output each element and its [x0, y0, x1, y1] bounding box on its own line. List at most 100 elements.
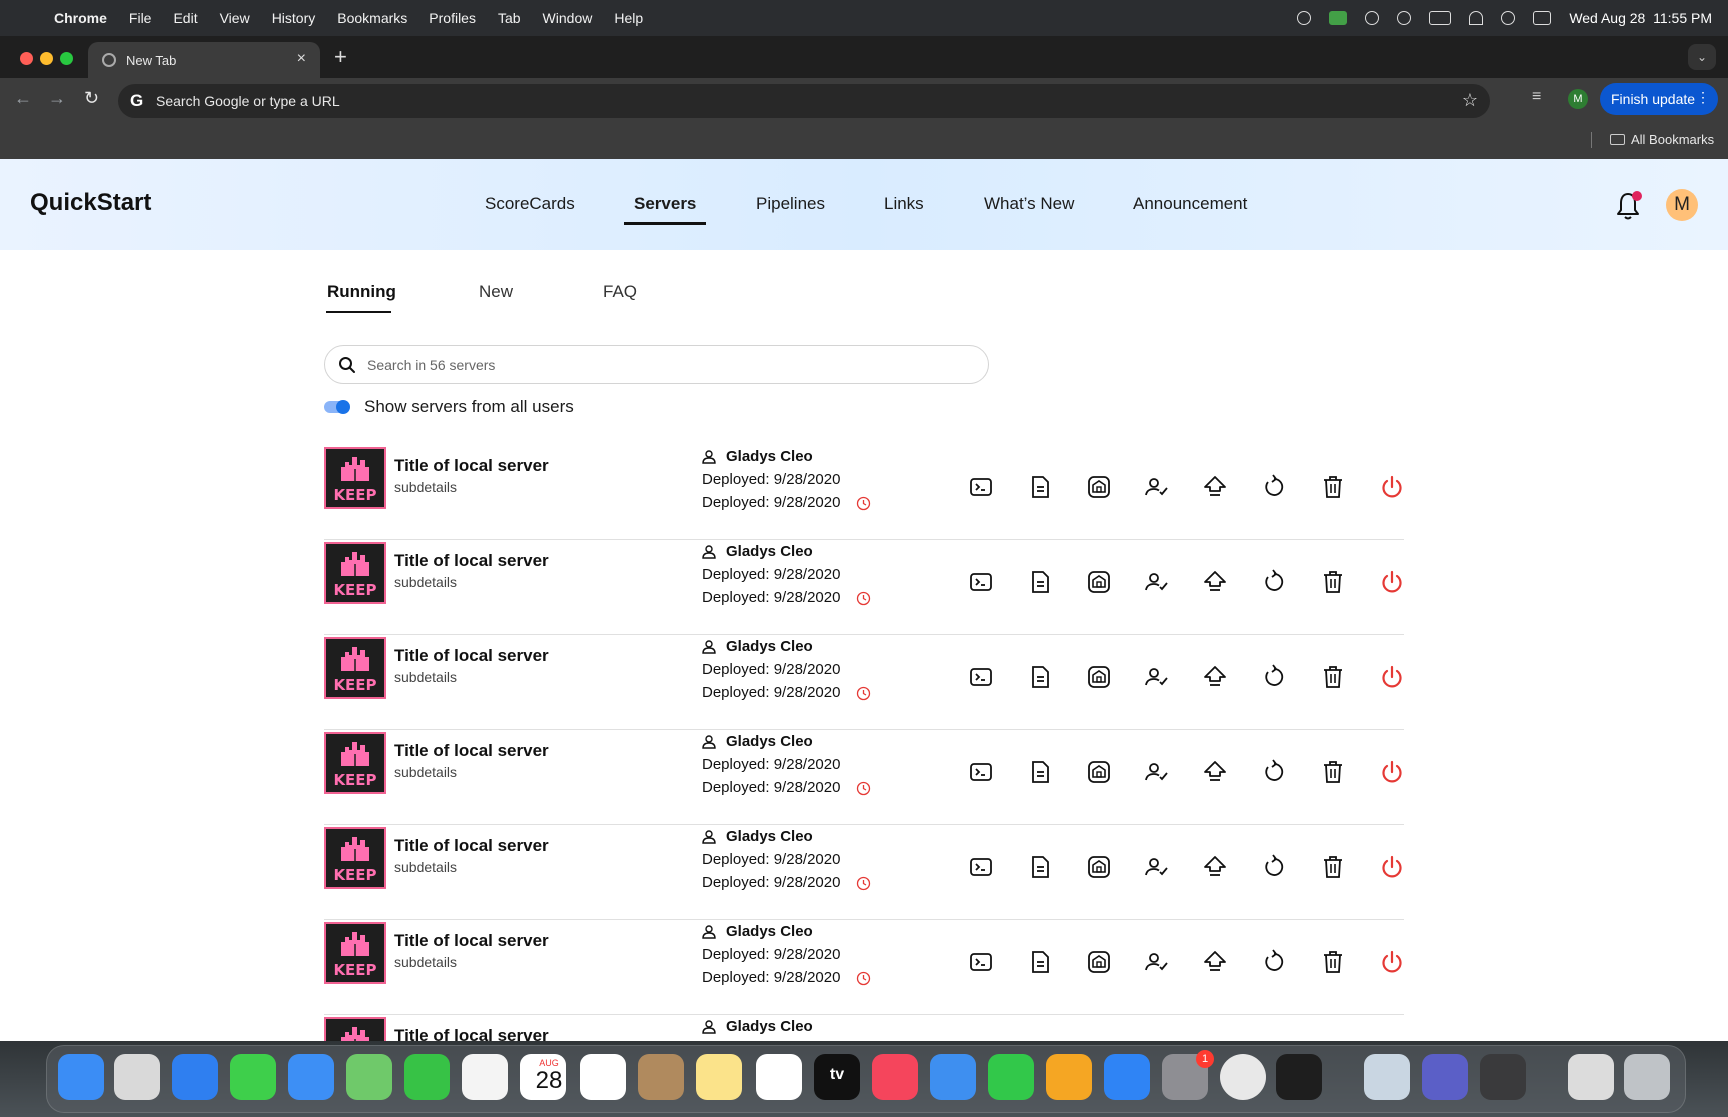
browser-tab[interactable]: New Tab ×	[88, 42, 320, 78]
menu-tab[interactable]: Tab	[498, 10, 521, 26]
delete-icon[interactable]	[1320, 474, 1346, 500]
restart-icon[interactable]	[1261, 759, 1287, 785]
zoom-window-button[interactable]	[60, 52, 73, 65]
assign-user-icon[interactable]	[1143, 664, 1169, 690]
assign-user-icon[interactable]	[1143, 854, 1169, 880]
facetime-icon[interactable]	[404, 1054, 450, 1100]
server-title[interactable]: Title of local server	[394, 456, 549, 476]
terminal-icon[interactable]	[968, 759, 994, 785]
delete-icon[interactable]	[1320, 759, 1346, 785]
notes-icon[interactable]	[696, 1054, 742, 1100]
new-tab-button[interactable]: +	[334, 44, 347, 70]
image-icon[interactable]	[1086, 569, 1112, 595]
trash-icon[interactable]	[1624, 1054, 1670, 1100]
server-row[interactable]: KEEPTitle of local serversubdetailsGlady…	[324, 445, 1404, 540]
server-title[interactable]: Title of local server	[394, 741, 549, 761]
profile-avatar[interactable]: M	[1568, 89, 1588, 109]
terminal-icon[interactable]	[968, 664, 994, 690]
logs-icon[interactable]	[1027, 854, 1053, 880]
nav-servers[interactable]: Servers	[634, 194, 696, 214]
clock-icon[interactable]	[856, 971, 871, 986]
power-icon[interactable]	[1379, 569, 1405, 595]
reminders-icon[interactable]	[580, 1054, 626, 1100]
spotlight-icon[interactable]	[1501, 11, 1516, 25]
image-icon[interactable]	[1086, 474, 1112, 500]
show-all-users-toggle[interactable]	[324, 400, 350, 414]
reload-icon[interactable]: ↻	[84, 88, 99, 109]
terminal-icon[interactable]	[968, 949, 994, 975]
menu-app-name[interactable]: Chrome	[54, 10, 107, 26]
pages-icon[interactable]	[1046, 1054, 1092, 1100]
forward-icon[interactable]: →	[48, 88, 66, 109]
all-bookmarks-button[interactable]: All Bookmarks	[1610, 132, 1714, 147]
terminal-icon[interactable]	[968, 569, 994, 595]
upgrade-icon[interactable]	[1202, 854, 1228, 880]
menubar-datetime[interactable]: Wed Aug 28 11:55 PM	[1569, 10, 1712, 26]
safari-icon[interactable]	[172, 1054, 218, 1100]
address-bar[interactable]: G Search Google or type a URL ☆	[118, 84, 1490, 118]
numbers-icon[interactable]	[988, 1054, 1034, 1100]
close-tab-icon[interactable]: ×	[297, 50, 306, 68]
power-icon[interactable]	[1379, 854, 1405, 880]
server-title[interactable]: Title of local server	[394, 1026, 549, 1041]
brand-logo[interactable]: QuickStart	[30, 189, 151, 217]
menu-history[interactable]: History	[272, 10, 316, 26]
maps-icon[interactable]	[346, 1054, 392, 1100]
battery-icon[interactable]	[1429, 11, 1452, 25]
clock-icon[interactable]	[856, 591, 871, 606]
extension-icon[interactable]	[1297, 11, 1312, 25]
more-menu-icon[interactable]: ⋮	[1696, 89, 1710, 106]
logs-icon[interactable]	[1027, 949, 1053, 975]
keynote-icon[interactable]	[930, 1054, 976, 1100]
image-icon[interactable]	[1086, 854, 1112, 880]
minimize-window-button[interactable]	[40, 52, 53, 65]
terminal-icon[interactable]	[968, 854, 994, 880]
clock-icon[interactable]	[856, 496, 871, 511]
launchpad-icon[interactable]	[114, 1054, 160, 1100]
nav-pipelines[interactable]: Pipelines	[756, 194, 825, 214]
delete-icon[interactable]	[1320, 664, 1346, 690]
upgrade-icon[interactable]	[1202, 474, 1228, 500]
calculator-icon[interactable]	[1480, 1054, 1526, 1100]
clock-icon[interactable]	[856, 686, 871, 701]
clock-icon[interactable]	[856, 876, 871, 891]
menu-view[interactable]: View	[220, 10, 250, 26]
server-title[interactable]: Title of local server	[394, 931, 549, 951]
search-input[interactable]	[367, 354, 967, 376]
menu-bookmarks[interactable]: Bookmarks	[337, 10, 407, 26]
vpn-icon[interactable]	[1365, 11, 1380, 25]
preview-icon[interactable]	[1364, 1054, 1410, 1100]
image-icon[interactable]	[1086, 664, 1112, 690]
nav-whats-new[interactable]: What’s New	[984, 194, 1074, 214]
subtab-new[interactable]: New	[479, 282, 513, 302]
photos-icon[interactable]	[462, 1054, 508, 1100]
assign-user-icon[interactable]	[1143, 569, 1169, 595]
finish-update-button[interactable]: Finish update ⋮	[1600, 83, 1718, 115]
subtab-running[interactable]: Running	[327, 282, 396, 302]
delete-icon[interactable]	[1320, 949, 1346, 975]
teams-icon[interactable]	[1422, 1054, 1468, 1100]
server-row[interactable]: KEEPTitle of local serversubdetailsGlady…	[324, 730, 1404, 825]
logs-icon[interactable]	[1027, 664, 1053, 690]
restart-icon[interactable]	[1261, 474, 1287, 500]
music-icon[interactable]	[872, 1054, 918, 1100]
image-icon[interactable]	[1086, 949, 1112, 975]
user-avatar[interactable]: M	[1666, 189, 1698, 221]
finder-icon[interactable]	[58, 1054, 104, 1100]
server-row[interactable]: KEEPTitle of local serversubdetailsGlady…	[324, 635, 1404, 730]
app-status-icon[interactable]	[1329, 11, 1348, 25]
app-store-icon[interactable]	[1104, 1054, 1150, 1100]
back-icon[interactable]: ←	[14, 88, 32, 109]
delete-icon[interactable]	[1320, 854, 1346, 880]
power-icon[interactable]	[1379, 664, 1405, 690]
nav-announcement[interactable]: Announcement	[1133, 194, 1247, 214]
server-title[interactable]: Title of local server	[394, 836, 549, 856]
restart-icon[interactable]	[1261, 854, 1287, 880]
logs-icon[interactable]	[1027, 569, 1053, 595]
menu-help[interactable]: Help	[614, 10, 643, 26]
power-icon[interactable]	[1379, 474, 1405, 500]
terminal-icon[interactable]	[968, 474, 994, 500]
wifi-icon[interactable]	[1469, 11, 1484, 25]
upgrade-icon[interactable]	[1202, 949, 1228, 975]
server-row[interactable]: KEEPTitle of local serversubdetailsGlady…	[324, 1015, 1404, 1041]
